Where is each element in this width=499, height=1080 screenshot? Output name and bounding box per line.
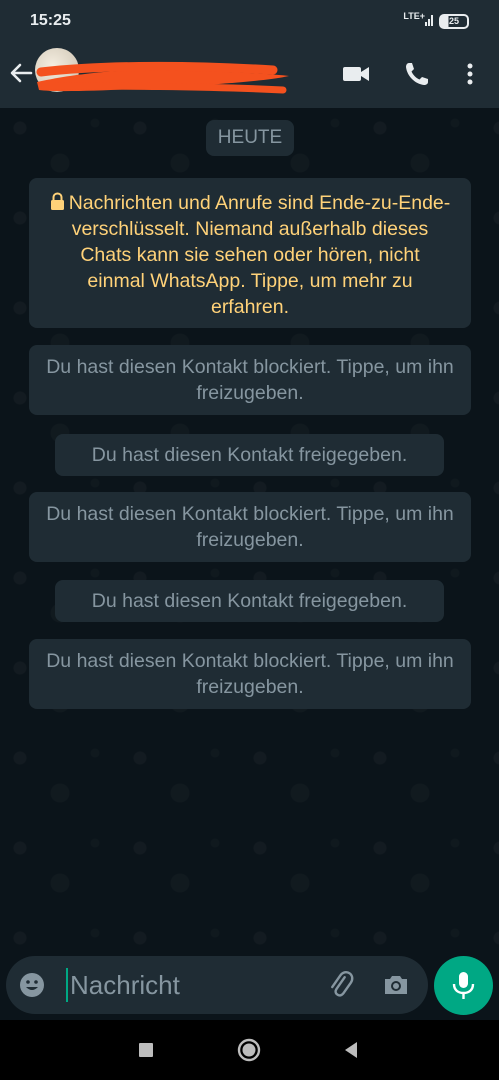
battery-level: 25 xyxy=(448,16,459,26)
video-call-icon[interactable] xyxy=(342,60,370,88)
system-message-unblocked: Du hast diesen Kontakt freigegeben. xyxy=(55,434,444,476)
chat-area[interactable]: HEUTE Nachrichten und Anrufe sind Ende-z… xyxy=(0,108,499,956)
battery-icon: 25 xyxy=(439,14,469,29)
redaction-scribble xyxy=(36,61,289,94)
network-type-label: LTE+ xyxy=(403,11,425,21)
date-chip: HEUTE xyxy=(206,120,294,156)
emoji-icon[interactable] xyxy=(18,971,46,999)
back-arrow-icon[interactable] xyxy=(6,58,36,88)
mic-icon xyxy=(452,972,475,999)
system-message-unblocked: Du hast diesen Kontakt freigegeben. xyxy=(55,580,444,622)
camera-icon[interactable] xyxy=(382,971,410,999)
system-message-blocked[interactable]: Du hast diesen Kontakt blockiert. Tippe,… xyxy=(29,345,471,415)
text-cursor xyxy=(66,968,68,1002)
status-bar: 15:25 LTE+ 25 xyxy=(0,0,499,38)
system-message-blocked[interactable]: Du hast diesen Kontakt blockiert. Tippe,… xyxy=(29,639,471,709)
encryption-notice-text: Nachrichten und Anrufe sind Ende-zu-Ende… xyxy=(68,192,451,318)
more-options-icon[interactable] xyxy=(456,60,484,88)
system-nav-bar xyxy=(0,1020,499,1080)
home-button-icon[interactable] xyxy=(236,1037,262,1063)
system-message-blocked[interactable]: Du hast diesen Kontakt blockiert. Tippe,… xyxy=(29,492,471,562)
status-time: 15:25 xyxy=(30,12,71,29)
back-button-icon[interactable] xyxy=(338,1037,364,1063)
message-composer xyxy=(6,956,428,1014)
mic-button[interactable] xyxy=(434,956,493,1015)
signal-icon xyxy=(425,15,433,26)
lock-icon xyxy=(50,192,64,210)
voice-call-icon[interactable] xyxy=(403,60,431,88)
message-input[interactable] xyxy=(70,966,310,1004)
recents-button-icon[interactable] xyxy=(133,1037,159,1063)
attach-icon[interactable] xyxy=(326,970,356,1000)
chat-header xyxy=(0,38,499,108)
encryption-notice[interactable]: Nachrichten und Anrufe sind Ende-zu-Ende… xyxy=(29,178,471,328)
